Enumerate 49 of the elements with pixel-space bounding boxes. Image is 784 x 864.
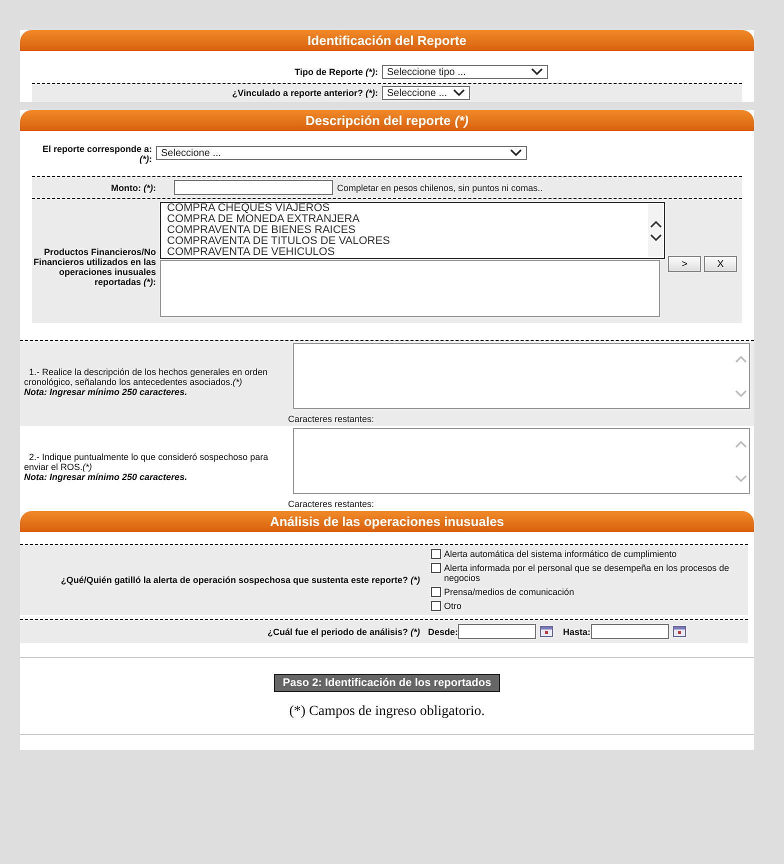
- list-option[interactable]: COMPRAVENTA DE BIENES RAICES: [167, 225, 648, 236]
- report-category-select[interactable]: Seleccione ...: [156, 146, 527, 160]
- calendar-icon[interactable]: [672, 626, 686, 637]
- list-option[interactable]: COMPRAVENTA DE VEHICULOS: [167, 247, 648, 258]
- selected-products-field[interactable]: [160, 260, 660, 317]
- remaining-characters-label: Caracteres restantes:: [288, 414, 376, 424]
- checkbox[interactable]: [431, 587, 441, 597]
- scroll-down-icon[interactable]: [650, 234, 662, 242]
- field-label: Productos Financieros/No Financieros utilizados en las operaciones inusuales reportadas (*):: [32, 246, 156, 286]
- amount-hint: Completar en pesos chilenos, sin puntos ni comas..: [337, 182, 543, 192]
- products-listbox[interactable]: COMPRA CHEQUES VIAJEROS COMPRA DE MONEDA EXTRANJERA COMPRAVENTA DE BIENES RAICES COMPRAVENTA DE TITULOS DE VALORES COMPRAVENTA DE VEHICULOS: [160, 202, 665, 259]
- to-label: Hasta:: [563, 626, 591, 636]
- calendar-icon[interactable]: [540, 626, 554, 637]
- checkbox[interactable]: [431, 601, 441, 611]
- from-date-field[interactable]: [458, 624, 536, 639]
- next-step-button[interactable]: Paso 2: Identificación de los reportados: [274, 674, 500, 692]
- remove-button[interactable]: X: [704, 256, 737, 272]
- required-fields-note: (*) Campos de ingreso obligatorio.: [289, 704, 485, 720]
- question-text: 1.- Realice la descripción de los hechos generales en orden cronológico, señalando los antecedentes asociados.(*) Nota: Ingresar mínimo 250 caracteres.: [24, 366, 269, 397]
- chevron-down-icon: [510, 149, 522, 157]
- from-label: Desde:: [428, 626, 458, 636]
- scroll-up-icon[interactable]: [650, 220, 662, 228]
- checkbox-label: Prensa/medios de comunicación: [444, 587, 574, 597]
- question-text: 2.- Indique puntualmente lo que consideró sospechoso para enviar el ROS.(*) Nota: Ingresar mínimo 250 caracteres.: [24, 451, 270, 482]
- checkbox[interactable]: [431, 549, 441, 559]
- field-label: El reporte corresponde a: (*):: [41, 144, 152, 164]
- checkbox[interactable]: [431, 563, 441, 573]
- section-header: Identificación del Reporte: [20, 30, 754, 51]
- checkbox-label: Alerta informada por el personal que se desempeña en los procesos de negocios: [444, 563, 730, 583]
- question-label: ¿Qué/Quién gatilló la alerta de operación sospechosa que sustenta este reporte? (*): [60, 575, 420, 585]
- add-button[interactable]: >: [668, 256, 701, 272]
- remaining-characters-label: Caracteres restantes:: [288, 499, 376, 509]
- checkbox-label: Otro: [444, 601, 462, 611]
- amount-field[interactable]: [174, 180, 333, 195]
- report-type-select[interactable]: Seleccione tipo ...: [382, 65, 548, 79]
- to-date-field[interactable]: [590, 624, 669, 639]
- field-label: Tipo de Reporte (*):: [294, 67, 378, 77]
- chevron-down-icon: [531, 68, 543, 76]
- chevron-down-icon: [453, 89, 465, 97]
- field-label: ¿Vinculado a reporte anterior? (*):: [231, 88, 378, 98]
- linked-report-select[interactable]: Seleccione ...: [382, 86, 470, 100]
- field-label: Monto: (*):: [110, 182, 156, 192]
- question-label: ¿Cuál fue el periodo de análisis? (*): [266, 626, 420, 636]
- list-option[interactable]: COMPRA CHEQUES VIAJEROS: [167, 203, 648, 214]
- list-option[interactable]: COMPRAVENTA DE TITULOS DE VALORES: [167, 236, 648, 247]
- checkbox-label: Alerta automática del sistema informático de cumplimiento: [444, 549, 677, 559]
- section-header: Análisis de las operaciones inusuales: [20, 511, 754, 532]
- section-header: Descripción del reporte (*): [20, 110, 754, 131]
- list-option[interactable]: COMPRA DE MONEDA EXTRANJERA: [167, 214, 648, 225]
